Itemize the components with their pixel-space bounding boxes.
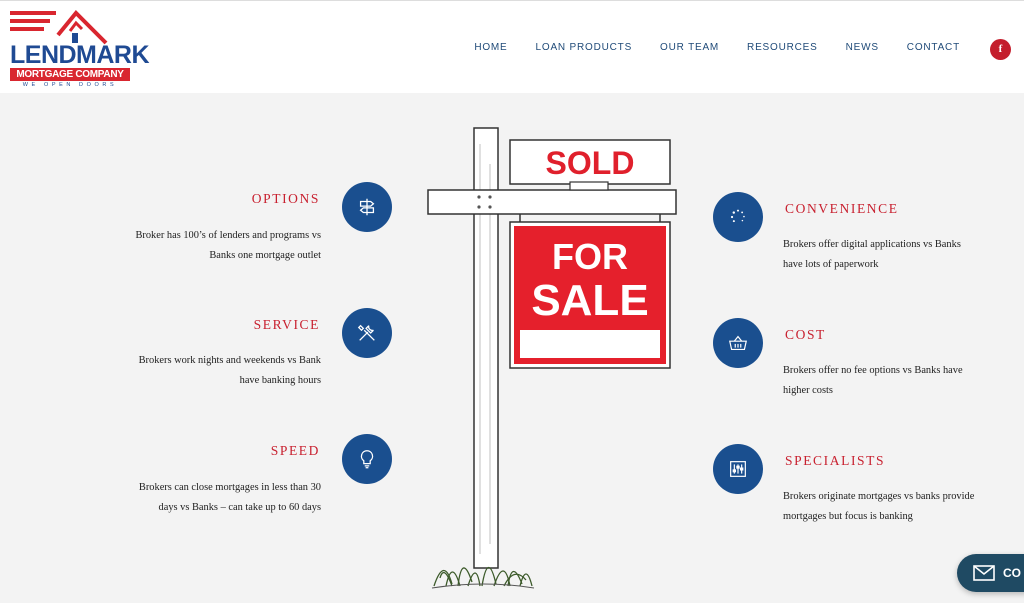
nav-news[interactable]: NEWS	[846, 42, 879, 53]
tools-icon	[342, 308, 392, 358]
feature-title-service: SERVICE	[253, 317, 320, 332]
nav-resources[interactable]: RESOURCES	[747, 42, 818, 53]
feature-text-cost: Brokers offer no fee options vs Banks ha…	[783, 365, 963, 396]
signpost-icon	[342, 182, 392, 232]
spinner-icon	[713, 192, 763, 242]
feature-title-speed: SPEED	[270, 443, 320, 458]
feature-title-convenience: CONVENIENCE	[785, 201, 899, 216]
logo[interactable]: LENDMARK MORTGAGE COMPANY WE OPEN DOORS	[10, 9, 150, 89]
for-sale-sign-illustration: SOLD FOR SALE	[427, 127, 677, 589]
feature-title-specialists: SPECIALISTS	[785, 453, 886, 468]
sign-sold-text: SOLD	[546, 145, 635, 181]
feature-title-cost: COST	[785, 327, 826, 342]
feature-text-service: Brokers work nights and weekends vs Bank…	[138, 355, 321, 386]
nav-contact[interactable]: CONTACT	[907, 42, 960, 53]
contact-widget-button[interactable]: CO	[957, 554, 1024, 592]
main-nav: HOME LOAN PRODUCTS OUR TEAM RESOURCES NE…	[446, 42, 960, 53]
house-roof-icon	[10, 10, 108, 45]
feature-title-options: OPTIONS	[251, 191, 320, 206]
contact-widget-label: CO	[1003, 566, 1021, 580]
sign-sale-text: SALE	[531, 276, 648, 325]
feature-text-convenience: Brokers offer digital applications vs Ba…	[783, 239, 961, 270]
nav-loan-products[interactable]: LOAN PRODUCTS	[536, 42, 633, 53]
feature-text-options: Broker has 100’s of lenders and programs…	[135, 230, 321, 261]
lightbulb-icon	[342, 434, 392, 484]
site-header: LENDMARK MORTGAGE COMPANY WE OPEN DOORS …	[0, 0, 1024, 93]
sliders-icon	[713, 444, 763, 494]
basket-icon	[713, 318, 763, 368]
envelope-icon	[973, 565, 995, 581]
logo-tagline: WE OPEN DOORS	[22, 82, 118, 88]
logo-brand: LENDMARK	[10, 41, 150, 69]
nav-home[interactable]: HOME	[474, 42, 507, 53]
feature-text-specialists: Brokers originate mortgages vs banks pro…	[783, 491, 975, 522]
facebook-icon[interactable]: f	[990, 39, 1011, 60]
sign-for-text: FOR	[552, 236, 628, 277]
nav-our-team[interactable]: OUR TEAM	[660, 42, 719, 53]
logo-company: MORTGAGE COMPANY	[10, 68, 130, 81]
feature-text-speed: Brokers can close mortgages in less than…	[138, 482, 321, 513]
